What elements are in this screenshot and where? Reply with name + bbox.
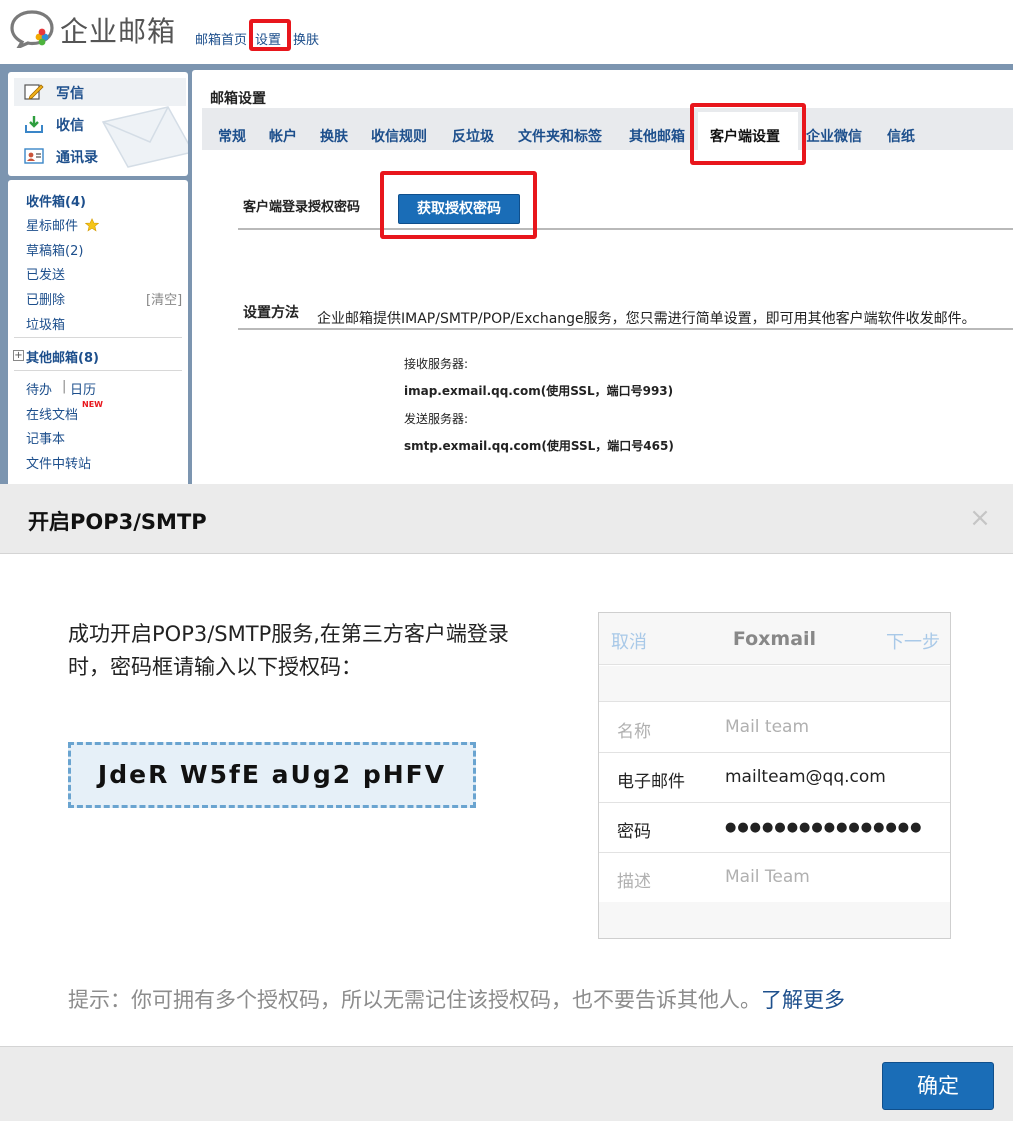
incoming-server-label: 接收服务器:	[404, 357, 469, 371]
preview-row-key: 密码	[617, 822, 651, 842]
folder-drafts[interactable]: 草稿箱(2)	[26, 240, 83, 259]
preview-row-email: 电子邮件 mailteam@qq.com	[599, 753, 950, 803]
receive-label: 收信	[56, 118, 84, 134]
highlight-settings-link	[249, 19, 291, 51]
tab-other-mailboxes[interactable]: 其他邮箱	[629, 126, 685, 146]
auth-password-label: 客户端登录授权密码	[243, 200, 361, 215]
learn-more-link[interactable]: 了解更多	[761, 988, 845, 1012]
compose-icon	[24, 84, 44, 100]
preview-footer	[599, 902, 950, 938]
top-header: 企业邮箱 邮箱首页 设置 换肤	[0, 0, 1013, 64]
tab-stationery[interactable]: 信纸	[887, 126, 915, 146]
foxmail-preview: Foxmail 取消 下一步 名称 Mail team 电子邮件 mailtea…	[598, 612, 951, 939]
tab-skin[interactable]: 换肤	[320, 126, 348, 146]
tab-account[interactable]: 帐户	[269, 126, 297, 146]
folder-panel: 收件箱(4) 星标邮件 草稿箱(2) 已发送 已删除 [清空] 垃圾箱 + 其他…	[8, 180, 188, 490]
close-icon[interactable]: ×	[966, 504, 994, 532]
preview-row-value: Mail Team	[725, 867, 810, 887]
dialog-footer: 确定	[0, 1046, 1013, 1121]
tab-general[interactable]: 常规	[218, 126, 246, 146]
setup-method-description: 企业邮箱提供IMAP/SMTP/POP/Exchange服务，您只需进行简单设置…	[317, 311, 976, 327]
preview-navbar: Foxmail 取消 下一步	[599, 613, 950, 665]
contacts-label: 通讯录	[56, 150, 98, 166]
screen: 企业邮箱 邮箱首页 设置 换肤 写信 收信 通讯录 收件箱(4) 星标邮件 草稿…	[0, 0, 1013, 1121]
tool-file-transfer[interactable]: 文件中转站	[26, 453, 91, 472]
tools-divider	[14, 370, 182, 371]
dialog-header: 开启POP3/SMTP ×	[0, 484, 1013, 554]
tab-folders-labels[interactable]: 文件夹和标签	[518, 126, 602, 146]
preview-row-key: 名称	[617, 722, 651, 742]
compose-panel: 写信 收信 通讯录	[8, 72, 188, 176]
preview-row-description: 描述 Mail Team	[599, 853, 950, 903]
folder-divider	[14, 337, 182, 338]
folder-starred[interactable]: 星标邮件	[26, 215, 100, 234]
folder-sent[interactable]: 已发送	[26, 264, 65, 283]
contacts-button[interactable]: 通讯录	[14, 142, 186, 170]
preview-row-key: 描述	[617, 872, 651, 892]
other-mailboxes[interactable]: 其他邮箱(8)	[26, 347, 99, 366]
preview-row-key: 电子邮件	[617, 772, 685, 792]
folder-starred-label: 星标邮件	[26, 219, 79, 234]
highlight-client-settings-tab	[690, 103, 806, 165]
outgoing-server-label: 发送服务器:	[404, 412, 469, 426]
inbox-download-icon	[25, 116, 43, 133]
tab-receive-rules[interactable]: 收信规则	[371, 126, 427, 146]
tool-separator: |	[62, 379, 67, 394]
preview-row-password: 密码 ●●●●●●●●●●●●●●●●	[599, 803, 950, 853]
link-mailbox-home[interactable]: 邮箱首页	[195, 29, 247, 48]
section-divider	[238, 228, 1013, 230]
settings-content: 邮箱设置 常规 帐户 换肤 收信规则 反垃圾 文件夹和标签 其他邮箱 客户端设置…	[192, 70, 1013, 490]
incoming-server-value: imap.exmail.qq.com(使用SSL，端口号993)	[404, 384, 674, 398]
preview-row-name: 名称 Mail team	[599, 703, 950, 753]
confirm-button[interactable]: 确定	[882, 1062, 994, 1110]
setup-method-label: 设置方法	[243, 305, 299, 321]
tool-online-docs[interactable]: 在线文档	[26, 404, 78, 423]
tool-notepad[interactable]: 记事本	[26, 428, 65, 447]
setup-divider	[238, 328, 1013, 330]
settings-tabbar: 常规 帐户 换肤 收信规则 反垃圾 文件夹和标签 其他邮箱 客户端设置 企业微信…	[202, 108, 1013, 150]
star-icon	[84, 218, 100, 232]
preview-row-value: mailteam@qq.com	[725, 767, 886, 787]
highlight-get-code-button	[380, 171, 537, 239]
sidebar: 写信 收信 通讯录 收件箱(4) 星标邮件 草稿箱(2) 已发送 已删除 [清空…	[0, 64, 192, 490]
folder-deleted[interactable]: 已删除	[26, 289, 65, 308]
expand-plus-icon[interactable]: +	[13, 350, 24, 361]
preview-cancel: 取消	[611, 632, 647, 653]
compose-label: 写信	[56, 86, 84, 102]
preview-row-value: ●●●●●●●●●●●●●●●●	[725, 820, 923, 835]
compose-button[interactable]: 写信	[14, 78, 186, 106]
preview-spacer	[599, 666, 950, 702]
tool-todo[interactable]: 待办	[26, 379, 52, 398]
folder-spam[interactable]: 垃圾箱	[26, 314, 65, 333]
tab-anti-spam[interactable]: 反垃圾	[452, 126, 494, 146]
receive-button[interactable]: 收信	[14, 110, 186, 138]
folder-inbox[interactable]: 收件箱(4)	[26, 191, 86, 210]
clear-deleted-link[interactable]: [清空]	[146, 289, 182, 308]
logo-icon	[10, 10, 54, 48]
tip-message: 提示：你可拥有多个授权码，所以无需记住该授权码，也不要告诉其他人。	[68, 988, 761, 1012]
logo-text: 企业邮箱	[60, 15, 177, 48]
link-skin[interactable]: 换肤	[293, 29, 319, 48]
auth-code-dialog: 开启POP3/SMTP × 成功开启POP3/SMTP服务,在第三方客户端登录时…	[0, 484, 1013, 1121]
success-message: 成功开启POP3/SMTP服务,在第三方客户端登录时，密码框请输入以下授权码：	[68, 622, 509, 679]
preview-row-value: Mail team	[725, 717, 810, 737]
tool-calendar[interactable]: 日历	[70, 379, 96, 398]
auth-code[interactable]: JdeR W5fE aUg2 pHFV	[68, 742, 476, 808]
settings-panel: 邮箱设置 常规 帐户 换肤 收信规则 反垃圾 文件夹和标签 其他邮箱 客户端设置…	[192, 64, 1013, 490]
dialog-title: 开启POP3/SMTP	[28, 510, 207, 534]
outgoing-server-value: smtp.exmail.qq.com(使用SSL，端口号465)	[404, 439, 674, 453]
tab-wecom[interactable]: 企业微信	[806, 126, 862, 146]
tip-text: 提示：你可拥有多个授权码，所以无需记住该授权码，也不要告诉其他人。了解更多	[68, 984, 845, 1014]
settings-title: 邮箱设置	[210, 91, 266, 107]
new-badge: NEW	[82, 400, 103, 409]
contacts-icon	[24, 148, 44, 164]
preview-next: 下一步	[886, 632, 940, 653]
